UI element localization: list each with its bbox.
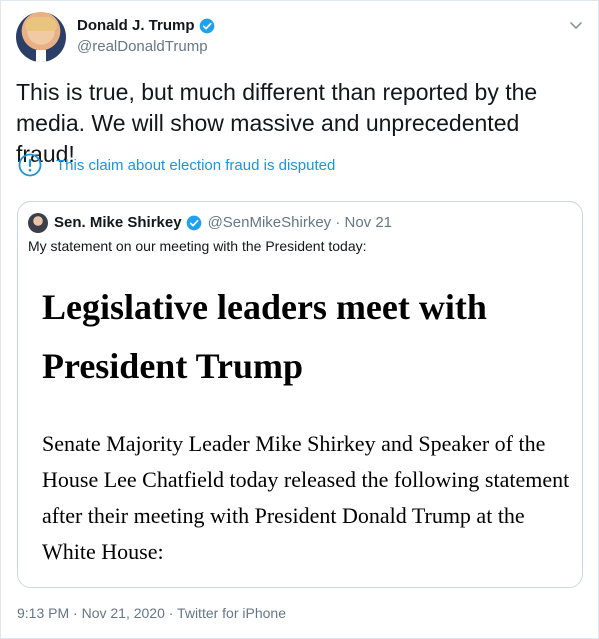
verified-badge-icon (186, 215, 201, 230)
avatar-collar (36, 50, 46, 62)
author-avatar[interactable] (16, 12, 66, 62)
quoted-tweet-text: My statement on our meeting with the Pre… (28, 238, 367, 254)
chevron-down-icon[interactable] (568, 17, 584, 33)
author-handle[interactable]: @realDonaldTrump (77, 38, 208, 55)
quoted-author-name: Sen. Mike Shirkey (54, 214, 182, 231)
disputed-claim-notice[interactable]: This claim about election fraud is dispu… (18, 153, 335, 177)
tweet-card: Donald J. Trump @realDonaldTrump This is… (0, 0, 599, 639)
author-name-row[interactable]: Donald J. Trump (77, 17, 215, 34)
statement-body: Senate Majority Leader Mike Shirkey and … (42, 431, 570, 564)
verified-badge-icon (199, 18, 214, 33)
exclamation-circle-icon (18, 153, 42, 177)
avatar-hair (25, 17, 57, 31)
statement-headline: Legislative leaders meet with President … (42, 287, 487, 386)
disputed-claim-text[interactable]: This claim about election fraud is dispu… (56, 157, 335, 174)
quoted-author-row: Sen. Mike Shirkey @SenMikeShirkey · Nov … (54, 214, 392, 231)
quoted-author-avatar (28, 213, 48, 233)
quoted-tweet[interactable]: Sen. Mike Shirkey @SenMikeShirkey · Nov … (17, 201, 583, 588)
quoted-author-meta: @SenMikeShirkey · Nov 21 (207, 214, 393, 231)
tweet-timestamp[interactable]: 9:13 PM · Nov 21, 2020 · Twitter for iPh… (17, 605, 286, 621)
quoted-statement-image[interactable]: Legislative leaders meet with President … (18, 262, 582, 587)
author-name[interactable]: Donald J. Trump (77, 17, 195, 34)
